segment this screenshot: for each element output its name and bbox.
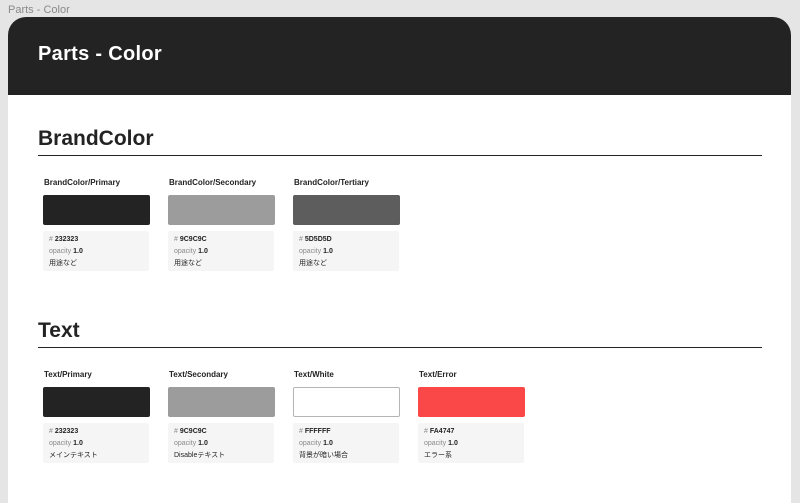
section-title: Text	[38, 319, 80, 342]
opacity-label: opacity	[49, 248, 72, 255]
color-swatch[interactable]	[43, 195, 150, 225]
swatch-card[interactable]: Text/Primary # 232323 opacity 1.0 メインテキス…	[43, 369, 150, 463]
usage-text: エラー系	[424, 452, 452, 459]
opacity-value: 1.0	[323, 248, 333, 255]
section-text: Text Text/Primary # 232323 opacity 1.0 メ…	[38, 317, 762, 479]
opacity-value: 1.0	[198, 440, 208, 447]
hex-value: 232323	[54, 236, 79, 243]
usage-text: メインテキスト	[49, 452, 98, 459]
hex-value: FA4747	[429, 428, 455, 435]
swatch-info-panel: # 232323 opacity 1.0 用途など	[43, 231, 149, 271]
hash-label: #	[299, 236, 303, 243]
hash-label: #	[424, 428, 428, 435]
swatch-info-panel: # 232323 opacity 1.0 メインテキスト	[43, 423, 149, 463]
color-swatch[interactable]	[418, 387, 525, 417]
swatch-row: BrandColor/Primary # 232323 opacity 1.0 …	[38, 177, 762, 287]
color-parts-frame: Parts - Color BrandColor BrandColor/Prim…	[8, 17, 791, 503]
color-swatch[interactable]	[43, 387, 150, 417]
swatch-name: Text/Error	[419, 370, 457, 379]
usage-text: Disableテキスト	[174, 452, 226, 459]
opacity-label: opacity	[174, 440, 197, 447]
hash-label: #	[174, 236, 178, 243]
hash-label: #	[49, 236, 53, 243]
swatch-info-panel: # 5D5D5D opacity 1.0 用途など	[293, 231, 399, 271]
color-swatch[interactable]	[293, 387, 400, 417]
swatch-name: Text/Primary	[44, 370, 92, 379]
section-brandcolor: BrandColor BrandColor/Primary # 232323 o…	[38, 125, 762, 287]
swatch-info-panel: # 9C9C9C opacity 1.0 用途など	[168, 231, 274, 271]
opacity-value: 1.0	[73, 248, 83, 255]
opacity-label: opacity	[49, 440, 72, 447]
color-swatch[interactable]	[168, 387, 275, 417]
opacity-value: 1.0	[73, 440, 83, 447]
section-divider	[38, 347, 762, 348]
hex-value: 232323	[54, 428, 79, 435]
swatch-info-panel: # FFFFFF opacity 1.0 背景が暗い場合	[293, 423, 399, 463]
swatch-card[interactable]: BrandColor/Tertiary # 5D5D5D opacity 1.0…	[293, 177, 400, 271]
swatch-info-panel: # 9C9C9C opacity 1.0 Disableテキスト	[168, 423, 274, 463]
opacity-label: opacity	[299, 440, 322, 447]
opacity-label: opacity	[299, 248, 322, 255]
swatch-name: Text/White	[294, 370, 334, 379]
opacity-value: 1.0	[448, 440, 458, 447]
swatch-card[interactable]: Text/Secondary # 9C9C9C opacity 1.0 Disa…	[168, 369, 275, 463]
opacity-label: opacity	[424, 440, 447, 447]
opacity-label: opacity	[174, 248, 197, 255]
hex-value: 5D5D5D	[304, 236, 332, 243]
page-title: Parts - Color	[38, 43, 162, 65]
hash-label: #	[49, 428, 53, 435]
usage-text: 用途など	[299, 260, 327, 267]
swatch-name: Text/Secondary	[169, 370, 228, 379]
hex-value: FFFFFF	[304, 428, 331, 435]
swatch-name: BrandColor/Secondary	[169, 178, 257, 187]
color-swatch[interactable]	[293, 195, 400, 225]
hash-label: #	[299, 428, 303, 435]
opacity-value: 1.0	[323, 440, 333, 447]
swatch-card[interactable]: BrandColor/Primary # 232323 opacity 1.0 …	[43, 177, 150, 271]
frame-header: Parts - Color	[8, 17, 791, 95]
swatch-name: BrandColor/Primary	[44, 178, 121, 187]
swatch-card[interactable]: Text/White # FFFFFF opacity 1.0 背景が暗い場合	[293, 369, 400, 463]
section-divider	[38, 155, 762, 156]
swatch-info-panel: # FA4747 opacity 1.0 エラー系	[418, 423, 524, 463]
usage-text: 用途など	[174, 260, 202, 267]
frame-tab-label[interactable]: Parts - Color	[8, 3, 70, 17]
swatch-row: Text/Primary # 232323 opacity 1.0 メインテキス…	[38, 369, 762, 479]
opacity-value: 1.0	[198, 248, 208, 255]
usage-text: 用途など	[49, 260, 77, 267]
hex-value: 9C9C9C	[179, 236, 207, 243]
color-swatch[interactable]	[168, 195, 275, 225]
usage-text: 背景が暗い場合	[299, 452, 348, 459]
hash-label: #	[174, 428, 178, 435]
swatch-card[interactable]: Text/Error # FA4747 opacity 1.0 エラー系	[418, 369, 525, 463]
swatch-card[interactable]: BrandColor/Secondary # 9C9C9C opacity 1.…	[168, 177, 275, 271]
section-title: BrandColor	[38, 127, 154, 150]
hex-value: 9C9C9C	[179, 428, 207, 435]
swatch-name: BrandColor/Tertiary	[294, 178, 369, 187]
